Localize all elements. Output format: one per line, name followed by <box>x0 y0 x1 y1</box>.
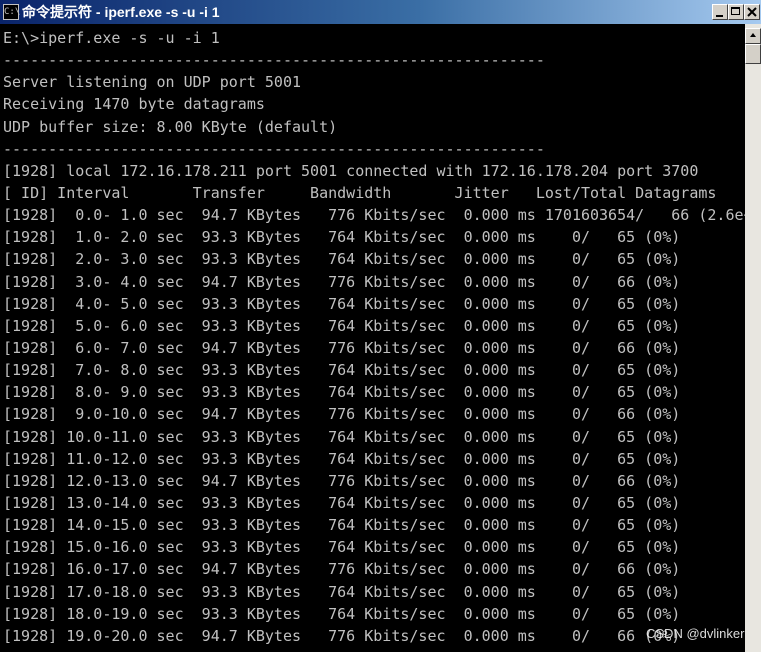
maximize-button[interactable] <box>728 4 744 20</box>
console-line: Receiving 1470 byte datagrams <box>3 95 265 114</box>
console-line: [1928] 13.0-14.0 sec 93.3 KBytes 764 Kbi… <box>3 493 681 512</box>
console-line: [1928] 0.0- 1.0 sec 94.7 KBytes 776 Kbit… <box>3 206 745 225</box>
console-line: [1928] 7.0- 8.0 sec 93.3 KBytes 764 Kbit… <box>3 361 681 380</box>
console-line: [1928] 4.0- 5.0 sec 93.3 KBytes 764 Kbit… <box>3 294 681 313</box>
console-line: [ ID] Interval Transfer Bandwidth Jitter… <box>3 183 717 202</box>
console-line: [1928] 10.0-11.0 sec 93.3 KBytes 764 Kbi… <box>3 427 681 446</box>
console-line: [1928] 17.0-18.0 sec 93.3 KBytes 764 Kbi… <box>3 582 681 601</box>
console-line: [1928] 2.0- 3.0 sec 93.3 KBytes 764 Kbit… <box>3 250 681 269</box>
command-prompt-window: C:\ 命令提示符 - iperf.exe -s -u -i 1 E:\>ipe… <box>0 0 761 652</box>
console-line: [1928] 6.0- 7.0 sec 94.7 KBytes 776 Kbit… <box>3 338 681 357</box>
close-button[interactable] <box>744 4 760 20</box>
title-bar[interactable]: C:\ 命令提示符 - iperf.exe -s -u -i 1 <box>0 0 761 24</box>
console-line: [1928] 3.0- 4.0 sec 94.7 KBytes 776 Kbit… <box>3 272 681 291</box>
console-line: [1928] 15.0-16.0 sec 93.3 KBytes 764 Kbi… <box>3 538 681 557</box>
console-line: ----------------------------------------… <box>3 51 545 70</box>
console-line: [1928] 11.0-12.0 sec 93.3 KBytes 764 Kbi… <box>3 449 681 468</box>
console-lines: E:\>iperf.exe -s -u -i 1 ----------------… <box>3 29 745 649</box>
console-line: [1928] 12.0-13.0 sec 94.7 KBytes 776 Kbi… <box>3 471 681 490</box>
console-output[interactable]: E:\>iperf.exe -s -u -i 1 ----------------… <box>0 24 745 652</box>
console-line: Server listening on UDP port 5001 <box>3 73 302 92</box>
minimize-button[interactable] <box>712 4 728 20</box>
console-line: [1928] 19.0-20.0 sec 94.7 KBytes 776 Kbi… <box>3 626 681 645</box>
console-line: [1928] 16.0-17.0 sec 94.7 KBytes 776 Kbi… <box>3 560 681 579</box>
console-app-icon[interactable]: C:\ <box>3 4 20 20</box>
console-line: [1928] local 172.16.178.211 port 5001 co… <box>3 161 699 180</box>
console-line: [1928] 18.0-19.0 sec 93.3 KBytes 764 Kbi… <box>3 604 681 623</box>
console-line: UDP buffer size: 8.00 KByte (default) <box>3 117 338 136</box>
console-line: [1928] 8.0- 9.0 sec 93.3 KBytes 764 Kbit… <box>3 383 681 402</box>
console-line: [1928] 9.0-10.0 sec 94.7 KBytes 776 Kbit… <box>3 405 681 424</box>
console-line: [1928] 14.0-15.0 sec 93.3 KBytes 764 Kbi… <box>3 516 681 535</box>
window-title: 命令提示符 - iperf.exe -s -u -i 1 <box>22 4 220 20</box>
vertical-scrollbar[interactable] <box>745 24 761 652</box>
close-icon <box>747 7 757 17</box>
console-line: [1928] 5.0- 6.0 sec 93.3 KBytes 764 Kbit… <box>3 316 681 335</box>
scroll-up-button[interactable] <box>745 28 761 44</box>
scroll-thumb[interactable] <box>745 44 761 64</box>
console-line: ----------------------------------------… <box>3 139 545 158</box>
console-line: [1928] 1.0- 2.0 sec 93.3 KBytes 764 Kbit… <box>3 228 681 247</box>
console-line: E:\>iperf.exe -s -u -i 1 <box>3 29 220 47</box>
watermark: CSDN @dvlinker <box>646 626 745 641</box>
